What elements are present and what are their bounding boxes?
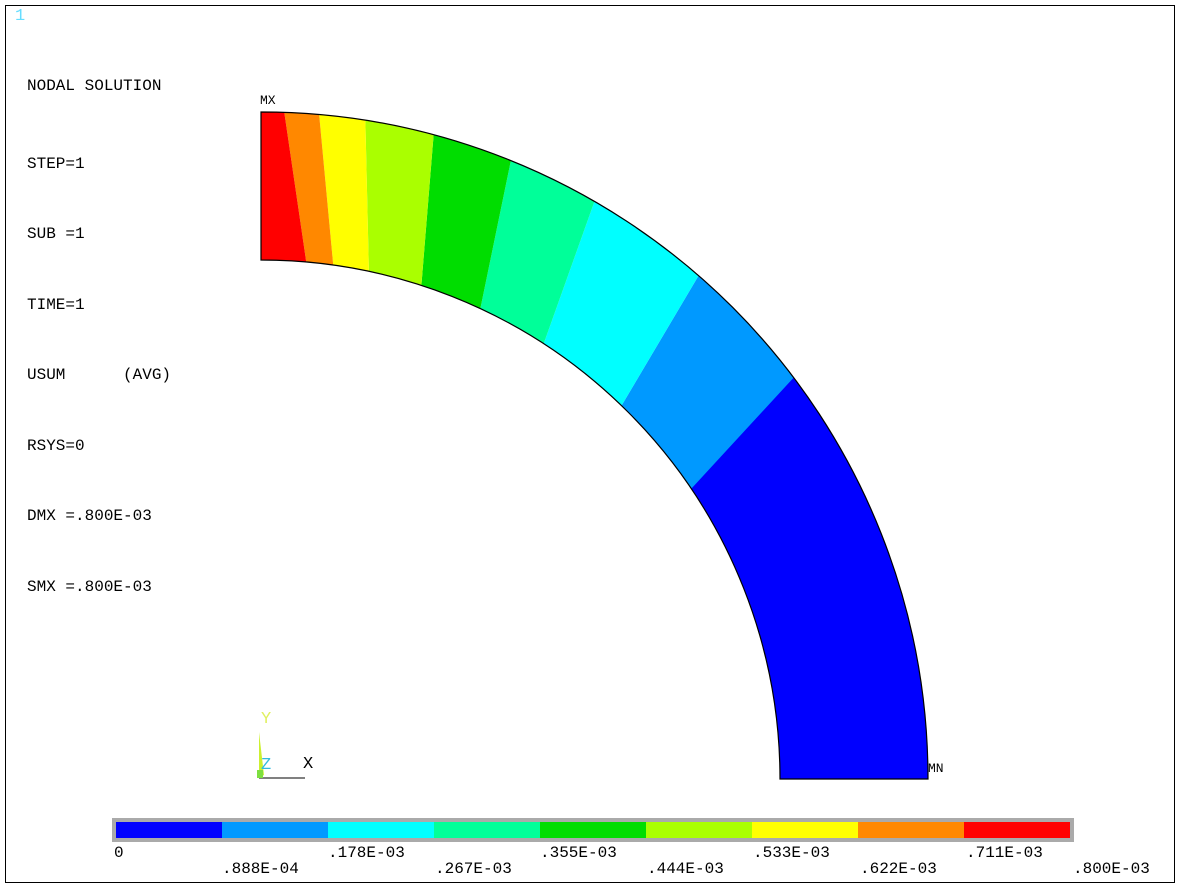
solution-info: NODAL SOLUTION STEP=1 SUB =1 TIME=1 USUM…	[27, 28, 171, 623]
legend-swatch	[752, 822, 858, 838]
legend-swatch	[646, 822, 752, 838]
info-item: USUM (AVG)	[27, 366, 172, 384]
legend-value-top: .533E-03	[753, 844, 830, 862]
min-marker-label: MN	[928, 761, 944, 776]
legend-value-bottom: .800E-03	[1073, 860, 1150, 878]
legend-value-top: .355E-03	[540, 844, 617, 862]
legend-swatch	[540, 822, 646, 838]
legend-swatch	[434, 822, 540, 838]
info-time: TIME=1	[27, 295, 85, 314]
info-dmx: DMX =.800E-03	[27, 507, 152, 525]
legend-swatch	[858, 822, 964, 838]
info-rsys: RSYS=0	[27, 436, 85, 455]
contour-legend	[112, 818, 1074, 842]
info-sub: SUB =1	[27, 225, 85, 243]
triad-x-label: X	[303, 755, 314, 774]
legend-value-top: .711E-03	[966, 844, 1043, 862]
legend-value-bottom: .622E-03	[860, 860, 937, 878]
contour-band	[365, 120, 434, 286]
legend-swatch	[328, 822, 434, 838]
contour-bands	[261, 112, 928, 779]
info-step: STEP=1	[27, 154, 85, 173]
solution-title: NODAL SOLUTION	[27, 77, 162, 95]
legend-swatch	[964, 822, 1070, 838]
legend-value-bottom: .444E-03	[647, 860, 724, 878]
triad-y-label: Y	[261, 710, 272, 729]
info-smx: SMX =.800E-03	[27, 577, 152, 596]
legend-swatch	[222, 822, 328, 838]
legend-color-bar	[116, 822, 1070, 838]
triad-z-label: Z	[261, 756, 272, 775]
legend-swatch	[116, 822, 222, 838]
legend-value-bottom: .267E-03	[435, 860, 512, 878]
legend-value-top: 0	[114, 844, 124, 862]
axis-triad: Y Z X	[255, 710, 335, 785]
contour-plot[interactable]	[0, 0, 1184, 890]
legend-value-top: .178E-03	[328, 844, 405, 862]
legend-value-bottom: .888E-04	[222, 860, 299, 878]
max-marker-label: MX	[260, 93, 276, 108]
